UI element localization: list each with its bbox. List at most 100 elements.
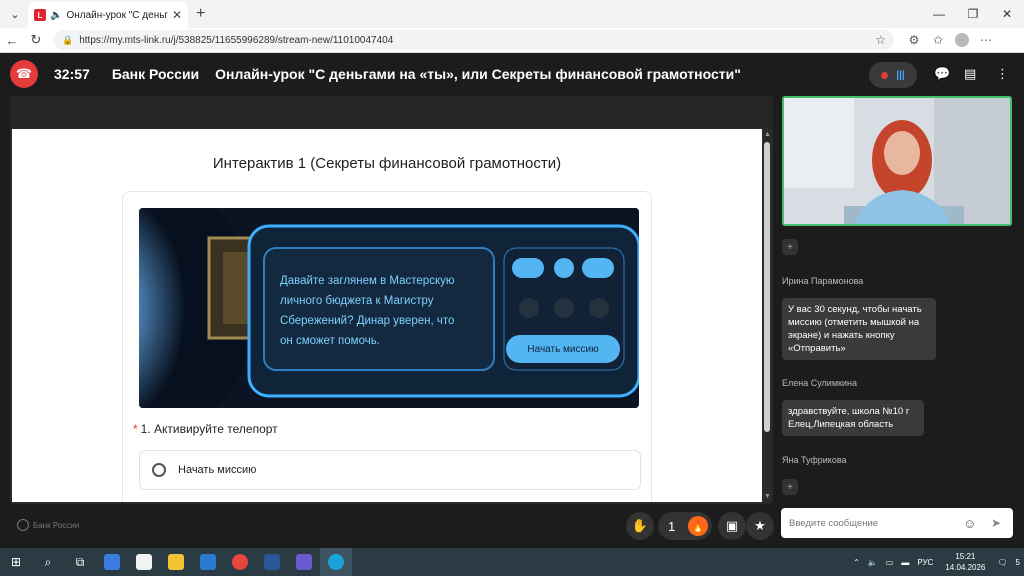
browser-tab-bar: ⌄ L 🔈 Онлайн-урок "С деньгами н ✕ + — ❐ … <box>0 0 1024 28</box>
question-card: Давайте заглянем в Мастерскую личного бю… <box>122 191 652 502</box>
edge-app-icon[interactable] <box>320 548 352 576</box>
fire-icon: 🔥 <box>688 516 708 536</box>
pip-icon: ▣ <box>725 518 739 533</box>
chat-author: Елена Сулимкина <box>782 378 857 388</box>
keyboard-language[interactable]: РУС <box>917 558 933 567</box>
favorite-star-icon[interactable]: ☆ <box>875 33 886 47</box>
store-app-icon[interactable] <box>96 548 128 576</box>
tray-chevron-icon[interactable]: ⌃ <box>853 558 860 567</box>
task-view-icon[interactable]: ⧉ <box>64 548 96 576</box>
bank-watermark: Банк России <box>17 519 79 531</box>
interactive-form: Интерактив 1 (Секреты финансовой грамотн… <box>12 129 762 502</box>
back-icon[interactable]: ← <box>0 33 24 48</box>
favorites-icon[interactable]: ✩ <box>926 33 950 47</box>
session-timer: 32:57 <box>54 66 90 82</box>
phone-hangup-icon: ☎ <box>15 66 33 81</box>
bank-logo-icon <box>17 519 29 531</box>
word-app-icon[interactable] <box>256 548 288 576</box>
yandex-app-icon[interactable] <box>128 548 160 576</box>
minimize-icon[interactable]: — <box>922 0 956 28</box>
extensions-icon[interactable]: ⚙ <box>902 33 926 47</box>
reactions-button[interactable]: 1 🔥 <box>658 512 712 540</box>
search-icon[interactable]: ⌕ <box>32 548 64 576</box>
leave-call-button[interactable]: ☎ <box>10 60 38 88</box>
volume-icon[interactable]: 🔈 <box>868 558 878 567</box>
mail-app-icon[interactable] <box>192 548 224 576</box>
close-window-icon[interactable]: ✕ <box>990 0 1024 28</box>
plus-icon: + <box>787 241 793 253</box>
maximize-icon[interactable]: ❐ <box>956 0 990 28</box>
chrome-app-icon[interactable] <box>224 548 256 576</box>
audio-level-icon: ||| <box>896 69 905 81</box>
add-reaction-button[interactable]: + <box>782 479 798 495</box>
speaker-video[interactable] <box>782 96 1012 226</box>
reload-icon[interactable]: ↻ <box>24 32 48 48</box>
answer-option[interactable]: Начать миссию <box>139 450 641 490</box>
raise-hand-button[interactable]: ✋ <box>626 512 654 540</box>
windows-taskbar: ⊞ ⌕ ⧉ ⌃ 🔈 ▭ ▬ РУС 15:21 14.04.2026 🗨 5 <box>0 548 1024 576</box>
clock-time: 15:21 <box>955 552 976 561</box>
scroll-down-icon[interactable]: ▼ <box>764 493 771 500</box>
battery-icon[interactable]: ▬ <box>901 558 909 567</box>
event-title: Онлайн-урок "С деньгами на «ты», или Сек… <box>215 66 741 82</box>
tab-actions-icon[interactable]: ⌄ <box>2 3 28 25</box>
webinar-header: ☎ 32:57 Банк России Онлайн-урок "С деньг… <box>0 54 1024 94</box>
organizer-name: Банк России <box>111 66 200 82</box>
send-icon[interactable]: ➤ <box>991 516 1001 530</box>
tab-title: Онлайн-урок "С деньгами н <box>66 9 168 21</box>
recording-indicator[interactable]: ||| <box>869 62 917 88</box>
stage-toolbar <box>10 96 773 128</box>
url-field[interactable]: 🔒 https://my.mts-link.ru/j/538825/116559… <box>54 30 894 50</box>
more-options-icon[interactable]: ⋮ <box>996 66 1009 82</box>
notifications-icon[interactable]: 🗨 <box>997 558 1007 567</box>
favorite-button[interactable]: ★ <box>746 512 774 540</box>
clock-date: 14.04.2026 <box>945 563 986 572</box>
mission-banner-image: Давайте заглянем в Мастерскую личного бю… <box>139 208 639 408</box>
clock[interactable]: 15:21 14.04.2026 <box>945 551 985 573</box>
chat-message: У вас 30 секунд, чтобы начать миссию (от… <box>782 298 936 360</box>
system-tray: ⌃ 🔈 ▭ ▬ РУС 15:21 14.04.2026 🗨 5 <box>849 548 1024 576</box>
browser-tab[interactable]: L 🔈 Онлайн-урок "С деньгами н ✕ <box>28 2 188 28</box>
network-icon[interactable]: ▭ <box>886 558 894 567</box>
url-text: https://my.mts-link.ru/j/538825/11655996… <box>79 34 394 46</box>
speaker-icon[interactable]: 🔈 <box>50 10 62 21</box>
chat-input[interactable]: Введите сообщение ☺ ➤ <box>781 508 1013 538</box>
new-tab-icon[interactable]: + <box>196 5 205 23</box>
star-icon: ★ <box>754 518 766 533</box>
record-dot-icon <box>881 71 889 79</box>
scroll-up-icon[interactable]: ▲ <box>764 131 771 138</box>
answer-option-label: Начать миссию <box>178 464 257 476</box>
more-menu-icon[interactable]: ⋯ <box>974 33 998 47</box>
content-scrollbar[interactable] <box>764 142 770 432</box>
chat-author: Яна Туфрикова <box>782 455 847 465</box>
explorer-app-icon[interactable] <box>160 548 192 576</box>
add-reaction-button[interactable]: + <box>782 239 798 255</box>
chat-author: Ирина Парамонова <box>782 276 864 286</box>
document-icon[interactable]: ▤ <box>964 66 976 82</box>
picture-in-picture-button[interactable]: ▣ <box>718 512 746 540</box>
chat-input-placeholder: Введите сообщение <box>789 517 879 529</box>
watermark-text: Банк России <box>33 520 80 530</box>
banner-start-mission-button: Начать миссию <box>506 335 620 363</box>
form-title: Интерактив 1 (Секреты финансовой грамотн… <box>212 155 562 172</box>
start-icon[interactable]: ⊞ <box>0 548 32 576</box>
chat-icon[interactable]: 💬 <box>934 66 950 82</box>
address-bar: ← ↻ 🔒 https://my.mts-link.ru/j/538825/11… <box>0 28 1024 53</box>
speaker-video-frame <box>784 98 1010 224</box>
close-tab-icon[interactable]: ✕ <box>172 8 182 22</box>
question-label: * 1. Активируйте телепорт <box>133 422 278 436</box>
browser-toolbar: ⚙ ✩ ⋯ <box>902 33 998 47</box>
hand-icon: ✋ <box>631 518 649 533</box>
reactions-count: 1 <box>668 518 676 534</box>
notifications-count: 5 <box>1015 557 1020 567</box>
required-mark: * <box>133 422 138 436</box>
profile-avatar-icon[interactable] <box>955 33 969 47</box>
app-icon[interactable] <box>288 548 320 576</box>
radio-button[interactable] <box>152 463 166 477</box>
emoji-icon[interactable]: ☺ <box>963 516 976 531</box>
question-text: 1. Активируйте телепорт <box>140 422 278 436</box>
window-controls: — ❐ ✕ <box>922 0 1024 28</box>
screen: ⌄ L 🔈 Онлайн-урок "С деньгами н ✕ + — ❐ … <box>0 0 1024 576</box>
lock-icon[interactable]: 🔒 <box>62 35 73 46</box>
chat-message: здравствуйте, школа №10 г Елец,Липецкая … <box>782 400 924 436</box>
